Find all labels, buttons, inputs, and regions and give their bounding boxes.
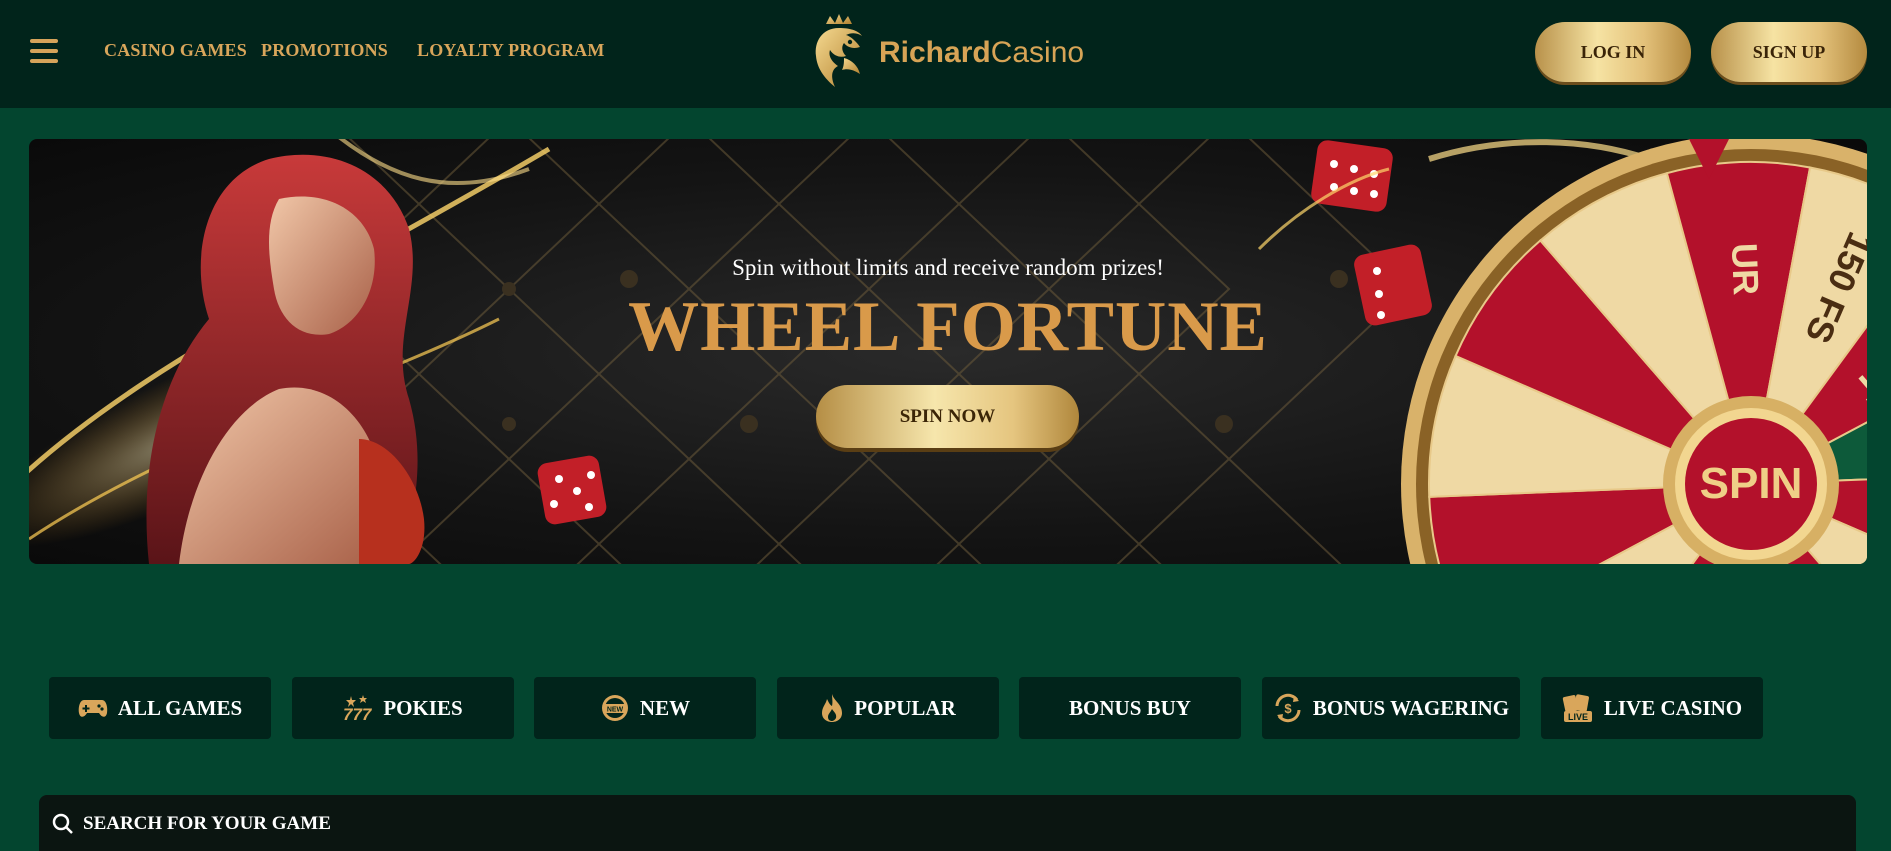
promo-banner[interactable]: 500 EUR20 FS100 FS50 EUR40 FS30 FS20 FSS…: [29, 139, 1867, 564]
logo-word-richard: Richard: [879, 36, 991, 69]
wheel-hub-label: SPIN: [1700, 459, 1803, 508]
search-input[interactable]: [81, 805, 1785, 843]
svg-text:777: 777: [343, 705, 373, 722]
live-cards-icon: LIVE: [1562, 694, 1592, 722]
nav-promotions[interactable]: PROMOTIONS: [261, 40, 388, 61]
tab-label: POKIES: [383, 695, 463, 720]
banner-subtitle: Spin without limits and receive random p…: [732, 255, 1164, 280]
nav-casino-games[interactable]: CASINO GAMES: [104, 40, 247, 61]
signup-button[interactable]: SIGN UP: [1711, 22, 1867, 82]
tab-label: NEW: [639, 695, 691, 720]
banner-title: WHEEL FORTUNE: [628, 288, 1268, 366]
game-search-bar: [39, 795, 1856, 851]
nav-loyalty-program[interactable]: LOYALTY PROGRAM: [417, 40, 605, 61]
logo-wordmark: RichardCasino: [879, 36, 1084, 70]
tab-label: POPULAR: [854, 695, 956, 720]
crowned-lion-icon: [815, 14, 862, 87]
search-icon: [52, 813, 73, 834]
gamepad-icon: [78, 700, 108, 717]
tab-live-casino[interactable]: LIVE LIVE CASINO: [1541, 677, 1763, 739]
new-badge-icon: NEW: [601, 695, 628, 721]
777-icon: 777: [343, 695, 373, 722]
tab-new[interactable]: NEW NEW: [534, 677, 756, 739]
tab-all-games[interactable]: ALL GAMES: [49, 677, 271, 739]
svg-text:LIVE: LIVE: [1568, 712, 1588, 722]
tab-pokies[interactable]: 777 POKIES: [292, 677, 514, 739]
hamburger-menu-icon[interactable]: [30, 39, 58, 65]
tab-bonus-wagering[interactable]: $ BONUS WAGERING: [1262, 677, 1520, 739]
svg-text:$: $: [1284, 701, 1292, 716]
tab-popular[interactable]: POPULAR: [777, 677, 999, 739]
login-button[interactable]: LOG IN: [1535, 22, 1691, 82]
site-logo[interactable]: RichardCasino: [808, 14, 1088, 90]
tab-label: BONUS WAGERING: [1312, 695, 1510, 720]
spin-now-button[interactable]: SPIN NOW: [816, 385, 1079, 448]
tab-label: BONUS BUY: [1069, 695, 1191, 720]
logo-word-casino: Casino: [990, 36, 1085, 69]
fire-icon: [822, 694, 843, 722]
tab-bonus-buy[interactable]: BONUS BUY: [1019, 677, 1241, 739]
svg-text:NEW: NEW: [607, 707, 624, 714]
site-header: CASINO GAMES PROMOTIONS LOYALTY PROGRAM …: [0, 0, 1891, 108]
tab-label: LIVE CASINO: [1603, 695, 1743, 720]
tab-label: ALL GAMES: [117, 695, 243, 720]
dollar-cycle-icon: $: [1275, 693, 1301, 723]
